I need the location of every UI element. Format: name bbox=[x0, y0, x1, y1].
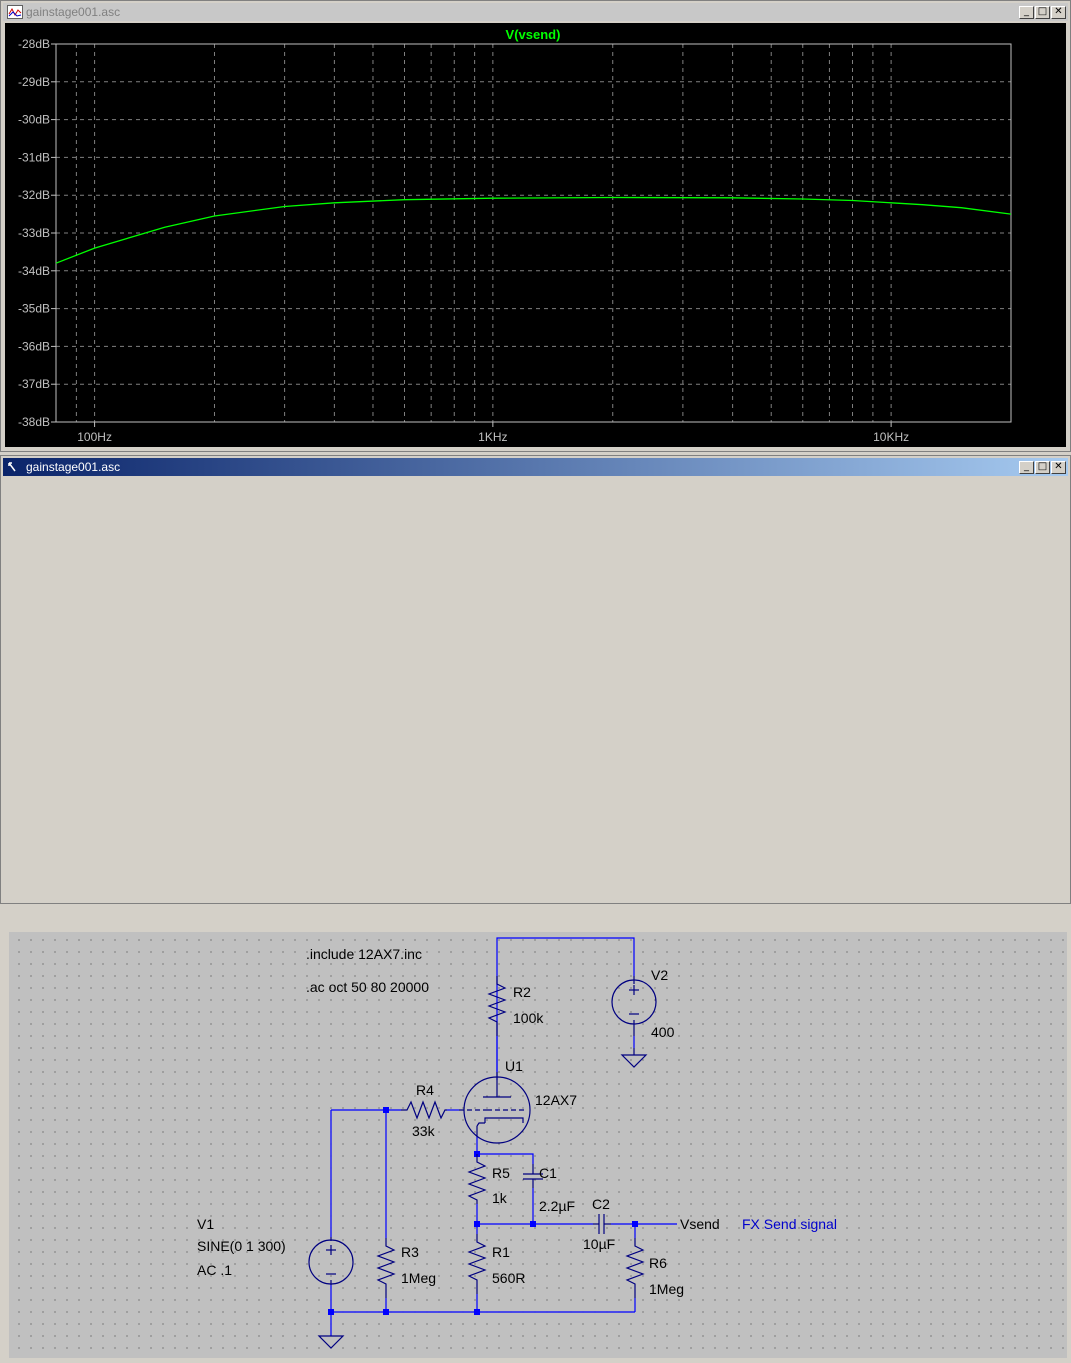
minimize-icon: _ bbox=[1024, 461, 1029, 472]
x-axis-ticks: 100Hz 1KHz 10KHz bbox=[77, 422, 909, 444]
resistor-r4-symbol[interactable] bbox=[401, 1100, 447, 1120]
fx-send-comment[interactable]: FX Send signal bbox=[742, 1216, 837, 1232]
c1-name-label[interactable]: C1 bbox=[539, 1165, 557, 1181]
v1-ac-label[interactable]: AC .1 bbox=[197, 1262, 232, 1278]
waveform-window-title: gainstage001.asc bbox=[26, 5, 121, 19]
ground-icon bbox=[317, 1335, 345, 1349]
trace-vsend-line[interactable] bbox=[55, 196, 1012, 264]
y-tick-label: -30dB bbox=[18, 113, 50, 127]
c2-value-label[interactable]: 10µF bbox=[583, 1236, 615, 1252]
r2-value-label[interactable]: 100k bbox=[513, 1010, 544, 1026]
schematic-drawing[interactable]: .include 12AX7.inc .ac oct 50 80 20000 R… bbox=[9, 932, 1067, 1358]
resistor-r5-symbol[interactable] bbox=[467, 1154, 487, 1204]
y-tick-label: -37dB bbox=[18, 377, 50, 391]
resistor-r6-symbol[interactable] bbox=[625, 1238, 645, 1298]
maximize-button[interactable]: □ bbox=[1035, 5, 1050, 19]
u1-name-label[interactable]: U1 bbox=[505, 1058, 523, 1074]
minimize-icon: _ bbox=[1024, 6, 1029, 17]
waveform-titlebar[interactable]: gainstage001.asc _ □ ✕ bbox=[3, 3, 1068, 21]
r4-value-label[interactable]: 33k bbox=[412, 1123, 436, 1139]
r1-value-label[interactable]: 560R bbox=[492, 1270, 525, 1286]
x-tick-label: 10KHz bbox=[873, 430, 909, 444]
y-tick-label: -36dB bbox=[18, 339, 50, 353]
r6-value-label[interactable]: 1Meg bbox=[649, 1281, 684, 1297]
resistor-r1-symbol[interactable] bbox=[467, 1234, 487, 1294]
minimize-button[interactable]: _ bbox=[1019, 460, 1034, 474]
close-icon: ✕ bbox=[1054, 461, 1063, 472]
r1-name-label[interactable]: R1 bbox=[492, 1244, 510, 1260]
y-tick-label: -31dB bbox=[18, 150, 50, 164]
plot-grid bbox=[56, 44, 1011, 422]
y-axis-ticks: -28dB -29dB -30dB -31dB -32dB -33dB -34dB -35dB… bbox=[18, 37, 56, 429]
y-tick-label: -35dB bbox=[18, 302, 50, 316]
y-tick-label: -34dB bbox=[18, 264, 50, 278]
y-tick-label: -33dB bbox=[18, 226, 50, 240]
r2-name-label[interactable]: R2 bbox=[513, 984, 531, 1000]
y-tick-label: -38dB bbox=[18, 415, 50, 429]
schematic-window-title: gainstage001.asc bbox=[26, 460, 121, 474]
y-tick-label: -28dB bbox=[18, 37, 50, 51]
minimize-button[interactable]: _ bbox=[1019, 5, 1034, 19]
maximize-icon: □ bbox=[1037, 6, 1048, 17]
ground-icon bbox=[620, 1054, 648, 1068]
r5-name-label[interactable]: R5 bbox=[492, 1165, 510, 1181]
maximize-button[interactable]: □ bbox=[1035, 460, 1050, 474]
waveform-plot[interactable]: V(vsend) -28dB-29dB-30dB-31dB-32dB-33dB-… bbox=[5, 23, 1066, 447]
x-tick-label: 1KHz bbox=[478, 430, 507, 444]
spice-directive-ac[interactable]: .ac oct 50 80 20000 bbox=[306, 979, 429, 995]
v2-name-label[interactable]: V2 bbox=[651, 967, 668, 983]
net-label-vsend[interactable]: Vsend bbox=[680, 1216, 720, 1232]
r4-name-label[interactable]: R4 bbox=[416, 1082, 434, 1098]
schematic-canvas[interactable]: .include 12AX7.inc .ac oct 50 80 20000 R… bbox=[9, 932, 1067, 1358]
x-tick-label: 100Hz bbox=[77, 430, 112, 444]
close-icon: ✕ bbox=[1054, 6, 1063, 17]
r3-value-label[interactable]: 1Meg bbox=[401, 1270, 436, 1286]
v1-name-label[interactable]: V1 bbox=[197, 1216, 214, 1232]
close-button[interactable]: ✕ bbox=[1051, 460, 1066, 474]
v2-value-label[interactable]: 400 bbox=[651, 1024, 675, 1040]
maximize-icon: □ bbox=[1037, 461, 1048, 472]
c1-value-label[interactable]: 2.2µF bbox=[539, 1198, 575, 1214]
schematic-window: gainstage001.asc _ □ ✕ .include 12AX7.in… bbox=[0, 455, 1071, 1358]
schematic-titlebar[interactable]: gainstage001.asc _ □ ✕ bbox=[3, 458, 1068, 476]
r5-value-label[interactable]: 1k bbox=[492, 1190, 508, 1206]
y-tick-label: -29dB bbox=[18, 75, 50, 89]
u1-value-label[interactable]: 12AX7 bbox=[535, 1092, 577, 1108]
waveform-window: gainstage001.asc _ □ ✕ V(vsend) -28dB -29… bbox=[0, 0, 1071, 452]
r6-name-label[interactable]: R6 bbox=[649, 1255, 667, 1271]
close-button[interactable]: ✕ bbox=[1051, 5, 1066, 19]
trace-label-vsend[interactable]: V(vsend) bbox=[506, 27, 561, 42]
c2-name-label[interactable]: C2 bbox=[592, 1196, 610, 1212]
waveform-window-icon bbox=[7, 5, 23, 19]
y-tick-label: -32dB bbox=[18, 188, 50, 202]
spice-directive-include[interactable]: .include 12AX7.inc bbox=[306, 946, 422, 962]
resistor-r3-symbol[interactable] bbox=[376, 1238, 396, 1298]
waveform-plot-pane[interactable]: V(vsend) -28dB -29dB -30dB -31dB -32dB -33dB -… bbox=[5, 23, 1066, 447]
schematic-window-icon bbox=[7, 460, 23, 474]
components[interactable] bbox=[308, 976, 657, 1349]
r3-name-label[interactable]: R3 bbox=[401, 1244, 419, 1260]
v1-value-label[interactable]: SINE(0 1 300) bbox=[197, 1238, 286, 1254]
